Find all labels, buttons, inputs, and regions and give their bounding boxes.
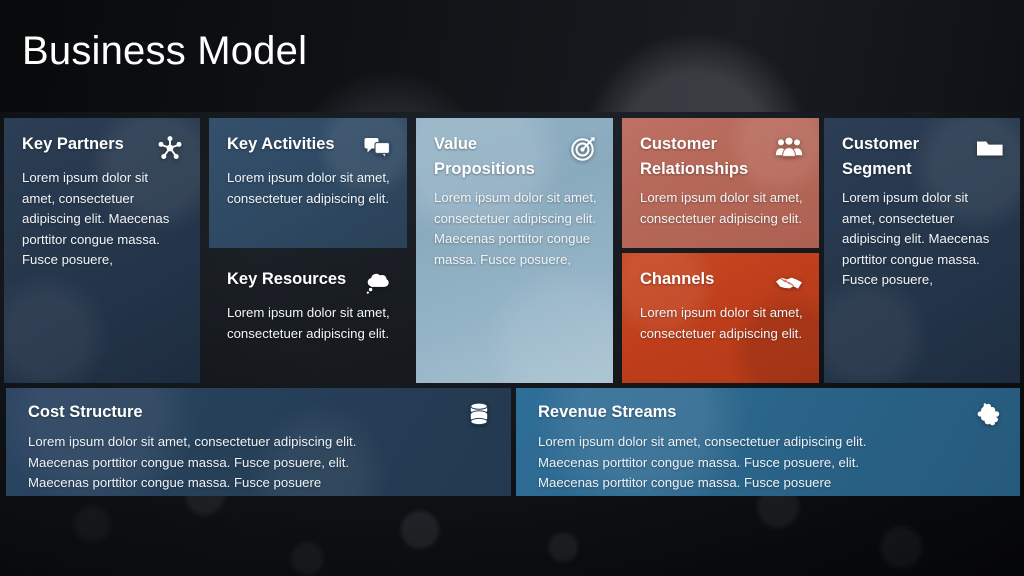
card-header: Key Partners: [22, 132, 184, 162]
bar-header: Cost Structure: [28, 400, 493, 428]
card-title-revenue-streams: Revenue Streams: [538, 403, 677, 421]
slide-header: Business Model: [0, 0, 1024, 112]
card-title-key-activities: Key Activities: [227, 135, 335, 153]
card-revenue-streams[interactable]: Revenue Streams Lorem ipsum dolor sit am…: [516, 388, 1020, 496]
card-body-customer-relationships: Lorem ipsum dolor sit amet, consectetuer…: [640, 190, 803, 226]
card-title-customer-relationships: Customer Relationships: [640, 135, 749, 178]
puzzle-piece-icon: [974, 400, 1002, 428]
card-header: Key Activities: [227, 132, 391, 162]
bottom-bars: Cost Structure Lorem ipsum dolor sit ame…: [0, 388, 1024, 500]
card-key-partners[interactable]: Key Partners Lorem ipsum dolor sit amet,…: [4, 118, 200, 383]
card-body-key-resources: Lorem ipsum dolor sit amet, consectetuer…: [227, 305, 390, 341]
card-value-propositions[interactable]: Value Propositions Lorem ipsum dolor sit…: [416, 118, 613, 383]
card-header: Key Resources: [227, 267, 391, 297]
card-title-customer-segment: Customer Segment: [842, 135, 920, 178]
card-channels[interactable]: Channels Lorem ipsum dolor sit amet, con…: [622, 253, 819, 383]
column-relationships-channels: Customer Relationships Lorem ipsum dolor…: [622, 118, 819, 383]
network-hub-icon: [156, 134, 184, 162]
card-body-key-partners: Lorem ipsum dolor sit amet, consectetuer…: [22, 170, 170, 267]
column-customer-segment: Customer Segment Lorem ipsum dolor sit a…: [824, 118, 1020, 383]
card-key-resources[interactable]: Key Resources Lorem ipsum dolor sit amet…: [209, 253, 407, 383]
folder-icon: [976, 134, 1004, 162]
card-title-value-propositions: Value Propositions: [434, 135, 535, 178]
speech-bubbles-icon: [363, 134, 391, 162]
card-title-key-resources: Key Resources: [227, 270, 347, 288]
card-body-revenue-streams: Lorem ipsum dolor sit amet, consectetuer…: [538, 432, 1002, 494]
card-title-cost-structure: Cost Structure: [28, 403, 143, 421]
database-stack-icon: [465, 400, 493, 428]
card-body-key-activities: Lorem ipsum dolor sit amet, consectetuer…: [227, 170, 390, 206]
cost-line-1: Lorem ipsum dolor sit amet, consectetuer…: [28, 434, 357, 449]
revenue-line-3: Maecenas porttitor congue massa. Fusce p…: [538, 475, 832, 490]
card-customer-relationships[interactable]: Customer Relationships Lorem ipsum dolor…: [622, 118, 819, 248]
handshake-icon: [775, 269, 803, 297]
card-cost-structure[interactable]: Cost Structure Lorem ipsum dolor sit ame…: [6, 388, 511, 496]
card-header: Customer Relationships: [640, 132, 803, 182]
card-body-value-propositions: Lorem ipsum dolor sit amet, consectetuer…: [434, 190, 597, 267]
revenue-line-2: Maecenas porttitor congue massa. Fusce p…: [538, 454, 860, 470]
card-key-activities[interactable]: Key Activities Lorem ipsum dolor sit ame…: [209, 118, 407, 248]
card-body-channels: Lorem ipsum dolor sit amet, consectetuer…: [640, 305, 803, 341]
card-customer-segment[interactable]: Customer Segment Lorem ipsum dolor sit a…: [824, 118, 1020, 383]
revenue-line-1: Lorem ipsum dolor sit amet, consectetuer…: [538, 434, 867, 449]
column-key-partners: Key Partners Lorem ipsum dolor sit amet,…: [4, 118, 200, 383]
page-title: Business Model: [22, 29, 308, 73]
cost-line-2: Maecenas porttitor congue massa. Fusce p…: [28, 454, 350, 470]
target-bullseye-icon: [569, 134, 597, 162]
card-title-channels: Channels: [640, 270, 715, 288]
column-value-propositions: Value Propositions Lorem ipsum dolor sit…: [416, 118, 613, 383]
card-header: Channels: [640, 267, 803, 297]
bar-header: Revenue Streams: [538, 400, 1002, 428]
business-model-slide: Business Model Key Partners Lorem ipsum …: [0, 0, 1024, 576]
card-body-cost-structure: Lorem ipsum dolor sit amet, consectetuer…: [28, 432, 493, 494]
card-title-key-partners: Key Partners: [22, 135, 124, 153]
column-key-activities-resources: Key Activities Lorem ipsum dolor sit ame…: [209, 118, 407, 383]
cost-line-3: Maecenas porttitor congue massa. Fusce p…: [28, 475, 322, 490]
people-group-icon: [775, 134, 803, 162]
card-header: Value Propositions: [434, 132, 597, 182]
thought-cloud-icon: [363, 269, 391, 297]
card-header: Customer Segment: [842, 132, 1004, 182]
card-body-customer-segment: Lorem ipsum dolor sit amet, consectetuer…: [842, 190, 990, 287]
